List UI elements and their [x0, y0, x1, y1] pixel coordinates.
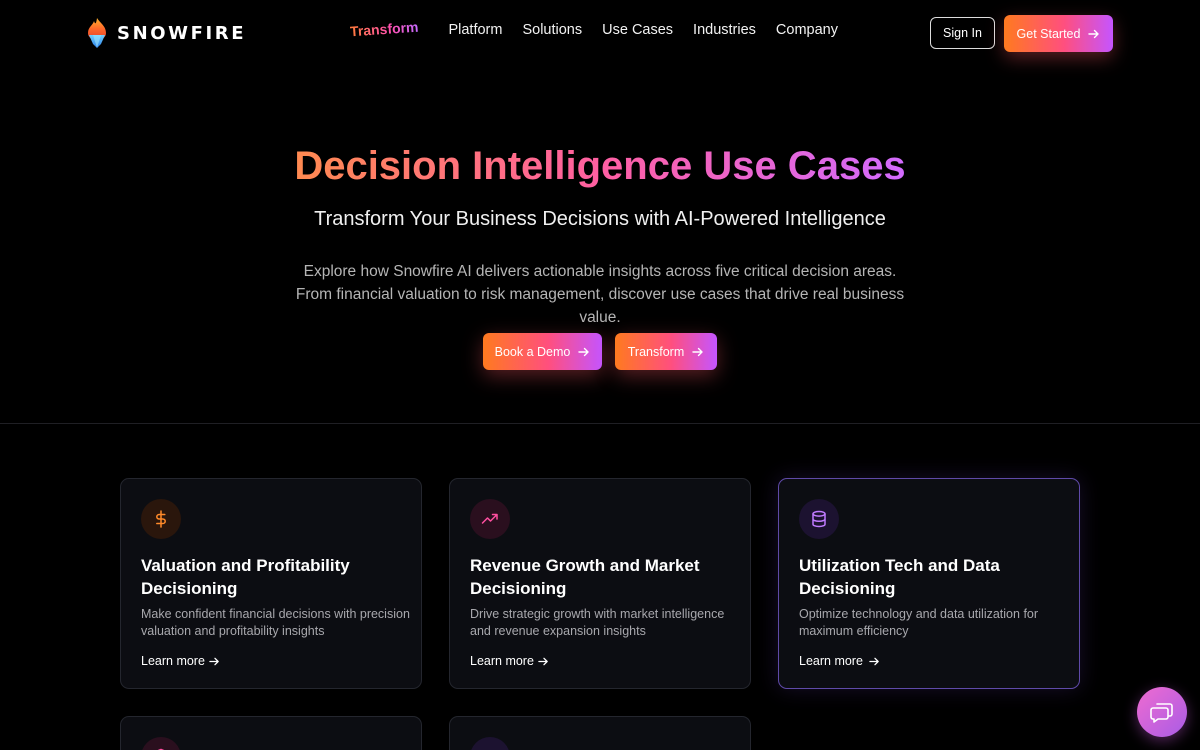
card-icon-badge: [470, 737, 510, 750]
card-icon-badge: [141, 499, 181, 539]
use-case-card-partial[interactable]: [120, 716, 422, 750]
section-divider: [0, 423, 1200, 424]
use-case-card-partial[interactable]: [449, 716, 751, 750]
card-icon-badge: [470, 499, 510, 539]
learn-more-link[interactable]: Learn more: [470, 654, 549, 668]
chat-icon: [1150, 703, 1173, 723]
arrow-right-icon: [538, 657, 548, 665]
nav-use-cases[interactable]: Use Cases: [602, 22, 673, 38]
card-description: Make confident financial decisions with …: [141, 607, 410, 638]
nav-solutions[interactable]: Solutions: [522, 22, 582, 38]
nav-company[interactable]: Company: [776, 22, 838, 38]
site-header: SNOWFIRE Transform Platform Solutions Us…: [0, 0, 1200, 66]
arrow-right-icon: [209, 657, 219, 665]
hero-description: Explore how Snowfire AI delivers actiona…: [295, 263, 905, 326]
flame-logo-icon: [88, 18, 106, 48]
card-description: Drive strategic growth with market intel…: [470, 607, 725, 638]
get-started-label: Get Started: [1016, 26, 1081, 41]
nav-industries[interactable]: Industries: [693, 22, 756, 38]
learn-more-label: Learn more: [470, 654, 534, 668]
card-title: Utilization Tech and Data Decisioning: [799, 556, 1000, 598]
arrow-right-icon: [578, 347, 590, 356]
card-icon-badge: [799, 499, 839, 539]
learn-more-link[interactable]: Learn more: [799, 654, 880, 668]
card-description: Optimize technology and data utilization…: [799, 607, 1039, 638]
arrow-right-icon: [1088, 29, 1100, 38]
brand-logo[interactable]: SNOWFIRE: [86, 17, 246, 49]
use-case-card-utilization[interactable]: Utilization Tech and Data Decisioning Op…: [778, 478, 1080, 689]
chat-widget-button[interactable]: [1137, 687, 1187, 737]
card-icon-badge: [141, 737, 181, 750]
database-icon: [812, 510, 826, 528]
book-demo-label: Book a Demo: [494, 344, 571, 359]
arrow-right-icon: [692, 347, 703, 356]
dollar-icon: [156, 510, 166, 528]
page-subtitle: Transform Your Business Decisions with A…: [314, 208, 886, 230]
learn-more-link[interactable]: Learn more: [141, 654, 220, 668]
main-nav: Transform Platform Solutions Use Cases I…: [350, 19, 858, 40]
use-case-card-revenue[interactable]: Revenue Growth and Market Decisioning Dr…: [449, 478, 751, 689]
sign-in-label: Sign In: [943, 26, 982, 40]
brand-name: SNOWFIRE: [117, 22, 247, 44]
arrow-right-icon: [869, 657, 879, 665]
trending-up-icon: [481, 513, 498, 524]
nav-platform[interactable]: Platform: [448, 22, 502, 38]
learn-more-label: Learn more: [799, 654, 863, 668]
card-title: Revenue Growth and Market Decisioning: [470, 556, 700, 598]
use-case-card-valuation[interactable]: Valuation and Profitability Decisioning …: [120, 478, 422, 689]
transform-label: Transform: [627, 344, 685, 359]
transform-button[interactable]: Transform: [615, 333, 717, 370]
nav-transform[interactable]: Transform: [350, 19, 419, 40]
page-title: Decision Intelligence Use Cases: [294, 144, 906, 188]
book-demo-button[interactable]: Book a Demo: [483, 333, 602, 370]
get-started-button[interactable]: Get Started: [1004, 15, 1113, 52]
card-title: Valuation and Profitability Decisioning: [141, 556, 350, 598]
learn-more-label: Learn more: [141, 654, 205, 668]
sign-in-button[interactable]: Sign In: [930, 17, 995, 49]
